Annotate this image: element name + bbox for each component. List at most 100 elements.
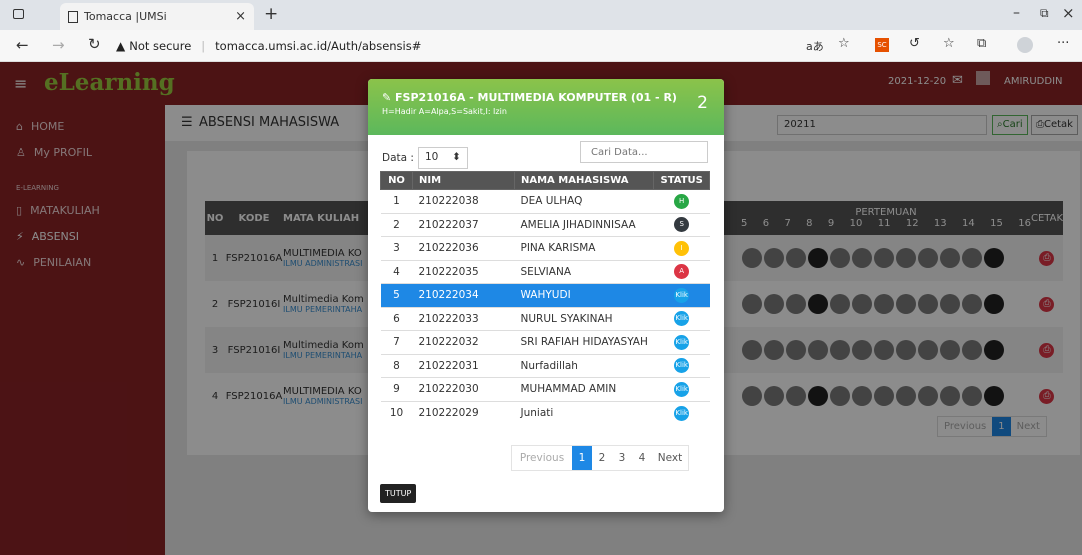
url-field[interactable]: ▲ Not secure | tomacca.umsi.ac.id/Auth/a… <box>116 34 796 58</box>
row-no: 3 <box>380 236 413 260</box>
row-name: NURUL SYAKINAH <box>514 306 654 331</box>
page-icon <box>68 10 78 23</box>
student-row[interactable]: 1 210222038 DEA ULHAQ H <box>380 189 710 213</box>
reload-icon[interactable]: ↻ <box>88 35 101 53</box>
browser-tab-bar: Tomacca |UMSi × + – ⧉ × <box>0 0 1082 30</box>
row-name: Juniati <box>514 400 654 425</box>
student-row[interactable]: 5 210222034 WAHYUDI Klik <box>380 283 710 307</box>
row-name: MUHAMMAD AMIN <box>514 377 654 401</box>
col-nama[interactable]: NAMA MAHASISWA <box>513 171 655 190</box>
data-label: Data : <box>382 152 414 164</box>
address-bar: ← → ↻ ▲ Not secure | tomacca.umsi.ac.id/… <box>0 30 1082 62</box>
student-row[interactable]: 6 210222033 NURUL SYAKINAH Klik <box>380 306 710 331</box>
status-badge[interactable]: A <box>674 264 690 280</box>
more-icon[interactable]: ··· <box>1057 36 1069 51</box>
close-button[interactable]: TUTUP <box>380 484 417 503</box>
tab-title: Tomacca |UMSi <box>84 10 167 23</box>
modal-title: FSP21016A - MULTIMEDIA KOMPUTER (01 - R) <box>395 91 677 104</box>
row-nim: 210222034 <box>412 283 515 307</box>
favorites-icon[interactable]: ☆ <box>943 36 955 51</box>
status-badge[interactable]: Klik <box>674 358 690 374</box>
status-legend: H=Hadir A=Alpa,S=Sakit,I: Izin <box>382 107 507 116</box>
row-nim: 210222037 <box>412 212 515 237</box>
close-window-icon[interactable]: × <box>1062 4 1075 22</box>
back-icon[interactable]: ← <box>16 36 29 54</box>
row-no: 1 <box>380 189 413 213</box>
refresh-extension-icon[interactable]: ↺ <box>909 36 920 51</box>
row-name: SRI RAFIAH HIDAYASYAH <box>514 330 654 354</box>
profile-icon[interactable] <box>1017 37 1033 53</box>
row-nim: 210222031 <box>412 353 515 378</box>
student-row[interactable]: 8 210222031 Nurfadillah Klik <box>380 353 710 378</box>
row-nim: 210222030 <box>412 377 515 401</box>
prev-page-button[interactable]: Previous <box>512 446 572 470</box>
security-label: Not secure <box>129 39 192 53</box>
row-no: 5 <box>380 283 413 307</box>
page-button-1[interactable]: 1 <box>572 446 592 470</box>
row-no: 6 <box>380 306 413 331</box>
minimize-icon[interactable]: – <box>1013 5 1020 21</box>
page-button-2[interactable]: 2 <box>592 446 612 470</box>
status-badge[interactable]: Klik <box>674 334 690 350</box>
row-no: 2 <box>380 212 413 237</box>
close-tab-icon[interactable]: × <box>235 9 246 24</box>
collections-icon[interactable]: ⧉ <box>977 36 986 51</box>
row-nim: 210222035 <box>412 259 515 284</box>
modal-pagination: Previous 1 2 3 4 Next <box>511 445 689 471</box>
row-no: 8 <box>380 353 413 378</box>
status-badge[interactable]: Klik <box>674 311 690 327</box>
warning-icon: ▲ <box>116 39 126 53</box>
row-name: SELVIANA <box>514 259 654 284</box>
page-button-4[interactable]: 4 <box>632 446 652 470</box>
meeting-number: 2 <box>697 93 708 113</box>
next-page-button[interactable]: Next <box>652 446 688 470</box>
chevron-down-icon: ⬍ <box>452 151 461 163</box>
student-row[interactable]: 10 210222029 Juniati Klik <box>380 400 710 425</box>
tab-actions-icon[interactable] <box>13 9 24 19</box>
student-row[interactable]: 3 210222036 PINA KARISMA I <box>380 236 710 260</box>
read-aloud-icon[interactable]: aあ <box>806 38 824 54</box>
student-row[interactable]: 9 210222030 MUHAMMAD AMIN Klik <box>380 377 710 401</box>
row-name: DEA ULHAQ <box>514 189 654 213</box>
row-no: 9 <box>380 377 413 401</box>
row-name: Nurfadillah <box>514 353 654 378</box>
status-badge[interactable]: Klik <box>674 405 690 421</box>
row-name: AMELIA JIHADINNISAA <box>514 212 654 237</box>
student-row[interactable]: 2 210222037 AMELIA JIHADINNISAA S <box>380 212 710 237</box>
student-row[interactable]: 7 210222032 SRI RAFIAH HIDAYASYAH Klik <box>380 330 710 354</box>
col-status: STATUS <box>653 171 710 190</box>
attendance-modal: ✎ FSP21016A - MULTIMEDIA KOMPUTER (01 - … <box>368 79 724 512</box>
favorite-icon[interactable]: ☆ <box>838 36 850 51</box>
page-size-select[interactable]: 10 ⬍ <box>417 147 468 169</box>
row-name: WAHYUDI <box>514 283 654 307</box>
col-no: NO <box>380 171 413 190</box>
extension-icon[interactable]: SC <box>875 38 889 52</box>
status-badge[interactable]: Klik <box>674 287 690 303</box>
page-button-3[interactable]: 3 <box>612 446 632 470</box>
modal-header: ✎ FSP21016A - MULTIMEDIA KOMPUTER (01 - … <box>368 79 724 135</box>
status-badge[interactable]: H <box>674 193 690 209</box>
row-no: 7 <box>380 330 413 354</box>
url-text: tomacca.umsi.ac.id/Auth/absensis# <box>215 39 422 53</box>
browser-tab[interactable]: Tomacca |UMSi × <box>60 3 254 30</box>
edit-icon: ✎ <box>382 91 396 104</box>
status-badge[interactable]: Klik <box>674 381 690 397</box>
student-table: NO NIM NAMA MAHASISWA STATUS 1 210222038 D… <box>380 171 710 425</box>
row-nim: 210222038 <box>412 189 515 213</box>
row-no: 4 <box>380 259 413 284</box>
row-name: PINA KARISMA <box>514 236 654 260</box>
row-nim: 210222033 <box>412 306 515 331</box>
status-badge[interactable]: I <box>674 240 690 256</box>
row-nim: 210222036 <box>412 236 515 260</box>
forward-icon[interactable]: → <box>52 36 65 54</box>
row-nim: 210222032 <box>412 330 515 354</box>
row-nim: 210222029 <box>412 400 515 425</box>
new-tab-icon[interactable]: + <box>264 4 278 24</box>
status-badge[interactable]: S <box>674 217 690 233</box>
search-data-input[interactable] <box>580 141 708 163</box>
col-nim[interactable]: NIM <box>412 171 515 190</box>
student-rows: 1 210222038 DEA ULHAQ H 2 210222037 AMELIA JIH… <box>380 189 710 425</box>
restore-icon[interactable]: ⧉ <box>1040 6 1049 21</box>
page-size-control: Data : 10 ⬍ <box>382 147 468 169</box>
student-row[interactable]: 4 210222035 SELVIANA A <box>380 259 710 284</box>
